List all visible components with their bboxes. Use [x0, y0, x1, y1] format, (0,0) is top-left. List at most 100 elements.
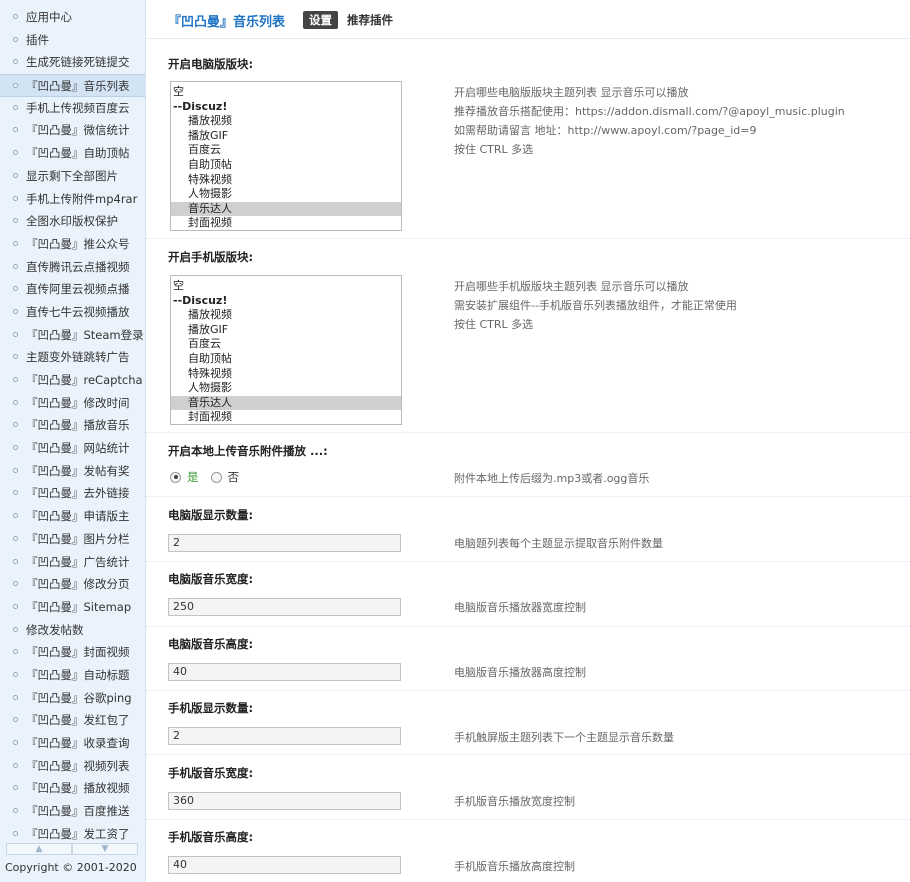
radio-no[interactable] — [210, 471, 222, 483]
sidebar-item[interactable]: 应用中心 — [0, 6, 145, 29]
sidebar-item[interactable]: 『凹凸曼』发红包了 — [0, 709, 145, 732]
bullet-icon — [13, 354, 18, 360]
select-option[interactable]: 自助顶帖 — [171, 352, 401, 367]
sidebar-item[interactable]: 直传腾讯云点播视频 — [0, 256, 145, 279]
sidebar-item-label: 手机上传附件mp4rar — [26, 191, 138, 206]
sidebar-item[interactable]: 『凹凸曼』音乐列表 — [0, 74, 145, 97]
bullet-icon — [13, 603, 18, 609]
sidebar-item-label: 『凹凸曼』申请版主 — [26, 509, 130, 524]
sidebar-item-label: 『凹凸曼』收录查询 — [26, 736, 130, 750]
sidebar-item[interactable]: 『凹凸曼』播放视频 — [0, 777, 145, 800]
bullet-icon — [13, 490, 18, 496]
sidebar-item[interactable]: 『凹凸曼』播放音乐 — [0, 414, 145, 437]
mobile-count-input[interactable]: 2 — [168, 727, 401, 745]
sidebar-item[interactable]: 『凹凸曼』图片分栏 — [0, 528, 145, 551]
select-option[interactable]: 封面视频 — [171, 410, 401, 424]
select-option[interactable]: 特殊视频 — [171, 173, 401, 188]
select-option[interactable]: 播放GIF — [171, 323, 401, 338]
sidebar-item[interactable]: 『凹凸曼』发帖有奖 — [0, 460, 145, 483]
sidebar-item[interactable]: 『凹凸曼』网站统计 — [0, 437, 145, 460]
sidebar-item[interactable]: 直传七牛云视频播放 — [0, 301, 145, 324]
pc-height-input[interactable]: 40 — [168, 663, 401, 681]
select-option[interactable]: 音乐达人 — [171, 395, 401, 411]
radio-yes-label[interactable]: 是 — [187, 469, 199, 485]
sidebar-item[interactable]: 生成死链接死链提交 — [0, 51, 145, 74]
select-option[interactable]: 自助顶帖 — [171, 158, 401, 173]
bullet-icon — [13, 694, 18, 700]
sidebar-item[interactable]: 『凹凸曼』申请版主 — [0, 505, 145, 528]
scroll-up-button[interactable]: ▲ — [6, 843, 72, 855]
select-option[interactable]: --Discuz! — [171, 100, 401, 115]
select-option[interactable]: 人物摄影 — [171, 381, 401, 396]
mobile-width-input[interactable]: 360 — [168, 792, 401, 810]
select-option[interactable]: 音乐达人 — [171, 201, 401, 217]
sidebar-item[interactable]: 『凹凸曼』去外链接 — [0, 482, 145, 505]
sidebar-item[interactable]: 手机上传附件mp4rar — [0, 188, 145, 211]
plugin-title: 『凹凸曼』音乐列表 — [168, 14, 286, 30]
sidebar-item[interactable]: 『凹凸曼』微信统计 — [0, 119, 145, 142]
radio-yes[interactable] — [170, 471, 181, 483]
sidebar-item[interactable]: 『凹凸曼』reCaptcha — [0, 369, 145, 392]
sidebar-item[interactable]: 『凹凸曼』修改分页 — [0, 573, 145, 596]
sidebar-item[interactable]: 『凹凸曼』自助顶帖 — [0, 142, 145, 165]
sidebar-item[interactable]: 『凹凸曼』百度推送 — [0, 800, 145, 823]
sidebar-item[interactable]: 插件 — [0, 29, 145, 52]
sidebar-item[interactable]: 修改发帖数 — [0, 619, 145, 642]
bullet-icon — [13, 626, 18, 632]
mobile-forums-select[interactable]: 空 --Discuz! 播放视频 播放GIF 百度云 自助顶帖 特殊视频 人物摄影 音乐达人 封面… — [170, 275, 402, 425]
radio-no-label[interactable]: 否 — [228, 469, 240, 485]
sidebar-item-label: 『凹凸曼』音乐列表 — [26, 79, 130, 94]
sidebar-item[interactable]: 『凹凸曼』视频列表 — [0, 755, 145, 778]
pc-count-input[interactable]: 2 — [168, 534, 401, 552]
sidebar-item[interactable]: 『凹凸曼』封面视频 — [0, 641, 145, 664]
scroll-down-button[interactable]: ▼ — [72, 843, 138, 855]
select-option[interactable]: 封面视频 — [171, 216, 401, 230]
sidebar-item[interactable]: 『凹凸曼』收录查询 — [0, 732, 145, 755]
select-option[interactable]: 播放视频 — [171, 114, 401, 129]
sidebar-item-label: 『凹凸曼』Steam登录 — [26, 327, 144, 342]
select-option[interactable]: --Discuz! — [171, 294, 401, 309]
pc-count-help: 电脑题列表每个主题显示提取音乐附件数量 — [454, 537, 663, 550]
pc-width-input[interactable]: 250 — [168, 598, 401, 616]
sidebar-item-label: 『凹凸曼』发帖有奖 — [26, 463, 130, 478]
sidebar-item[interactable]: 手机上传视频百度云 — [0, 97, 145, 120]
sidebar-item[interactable]: 全图水印版权保护 — [0, 210, 145, 233]
select-option[interactable]: 播放GIF — [171, 129, 401, 144]
sidebar-item-label: 『凹凸曼』百度推送 — [26, 804, 130, 819]
select-option[interactable]: 空 — [171, 279, 401, 294]
help-line: 按住 CTRL 多选 — [454, 318, 534, 331]
sidebar-item[interactable]: 『凹凸曼』谷歌ping — [0, 687, 145, 710]
sidebar-item-label: 『凹凸曼』谷歌ping — [26, 690, 132, 705]
sidebar-item[interactable]: 『凹凸曼』Steam登录 — [0, 324, 145, 347]
sidebar-item-label: 『凹凸曼』视频列表 — [26, 758, 130, 773]
select-option[interactable]: 百度云 — [171, 143, 401, 158]
sidebar-item[interactable]: 直传阿里云视频点播 — [0, 278, 145, 301]
bullet-icon — [13, 558, 18, 564]
select-option[interactable]: 播放视频 — [171, 308, 401, 323]
select-option[interactable]: 空 — [171, 85, 401, 100]
pc-forums-select[interactable]: 空 --Discuz! 播放视频 播放GIF 百度云 自助顶帖 特殊视频 人物摄影 音乐达人 封面… — [170, 81, 402, 231]
help-line: 推荐播放音乐搭配使用：https://addon.dismall.com/?@a… — [454, 105, 845, 118]
sidebar-item[interactable]: 『凹凸曼』推公众号 — [0, 233, 145, 256]
tab-settings[interactable]: 设置 — [303, 11, 339, 29]
bullet-icon — [13, 286, 18, 292]
bullet-icon — [13, 104, 18, 110]
tab-recommended-plugins[interactable]: 推荐插件 — [347, 12, 393, 28]
sidebar-item-label: 『凹凸曼』修改分页 — [26, 577, 130, 592]
bullet-icon — [13, 422, 18, 428]
sidebar-item[interactable]: 主题变外链跳转广告 — [0, 346, 145, 369]
select-option[interactable]: 特殊视频 — [171, 367, 401, 382]
select-option[interactable]: 百度云 — [171, 337, 401, 352]
bullet-icon — [13, 535, 18, 541]
sidebar-item-label: 生成死链接死链提交 — [26, 55, 130, 70]
sidebar-item[interactable]: 『凹凸曼』自动标题 — [0, 664, 145, 687]
mobile-height-title: 手机版音乐高度: — [168, 830, 254, 844]
mobile-count-help: 手机触屏版主题列表下一个主题显示音乐数量 — [454, 731, 674, 744]
bullet-icon — [13, 331, 18, 337]
sidebar-item[interactable]: 『凹凸曼』Sitemap — [0, 596, 145, 619]
sidebar-item[interactable]: 『凹凸曼』广告统计 — [0, 551, 145, 574]
select-option[interactable]: 人物摄影 — [171, 187, 401, 202]
sidebar-item[interactable]: 显示剩下全部图片 — [0, 165, 145, 188]
sidebar-item[interactable]: 『凹凸曼』修改时间 — [0, 392, 145, 415]
mobile-height-input[interactable]: 40 — [168, 856, 401, 874]
